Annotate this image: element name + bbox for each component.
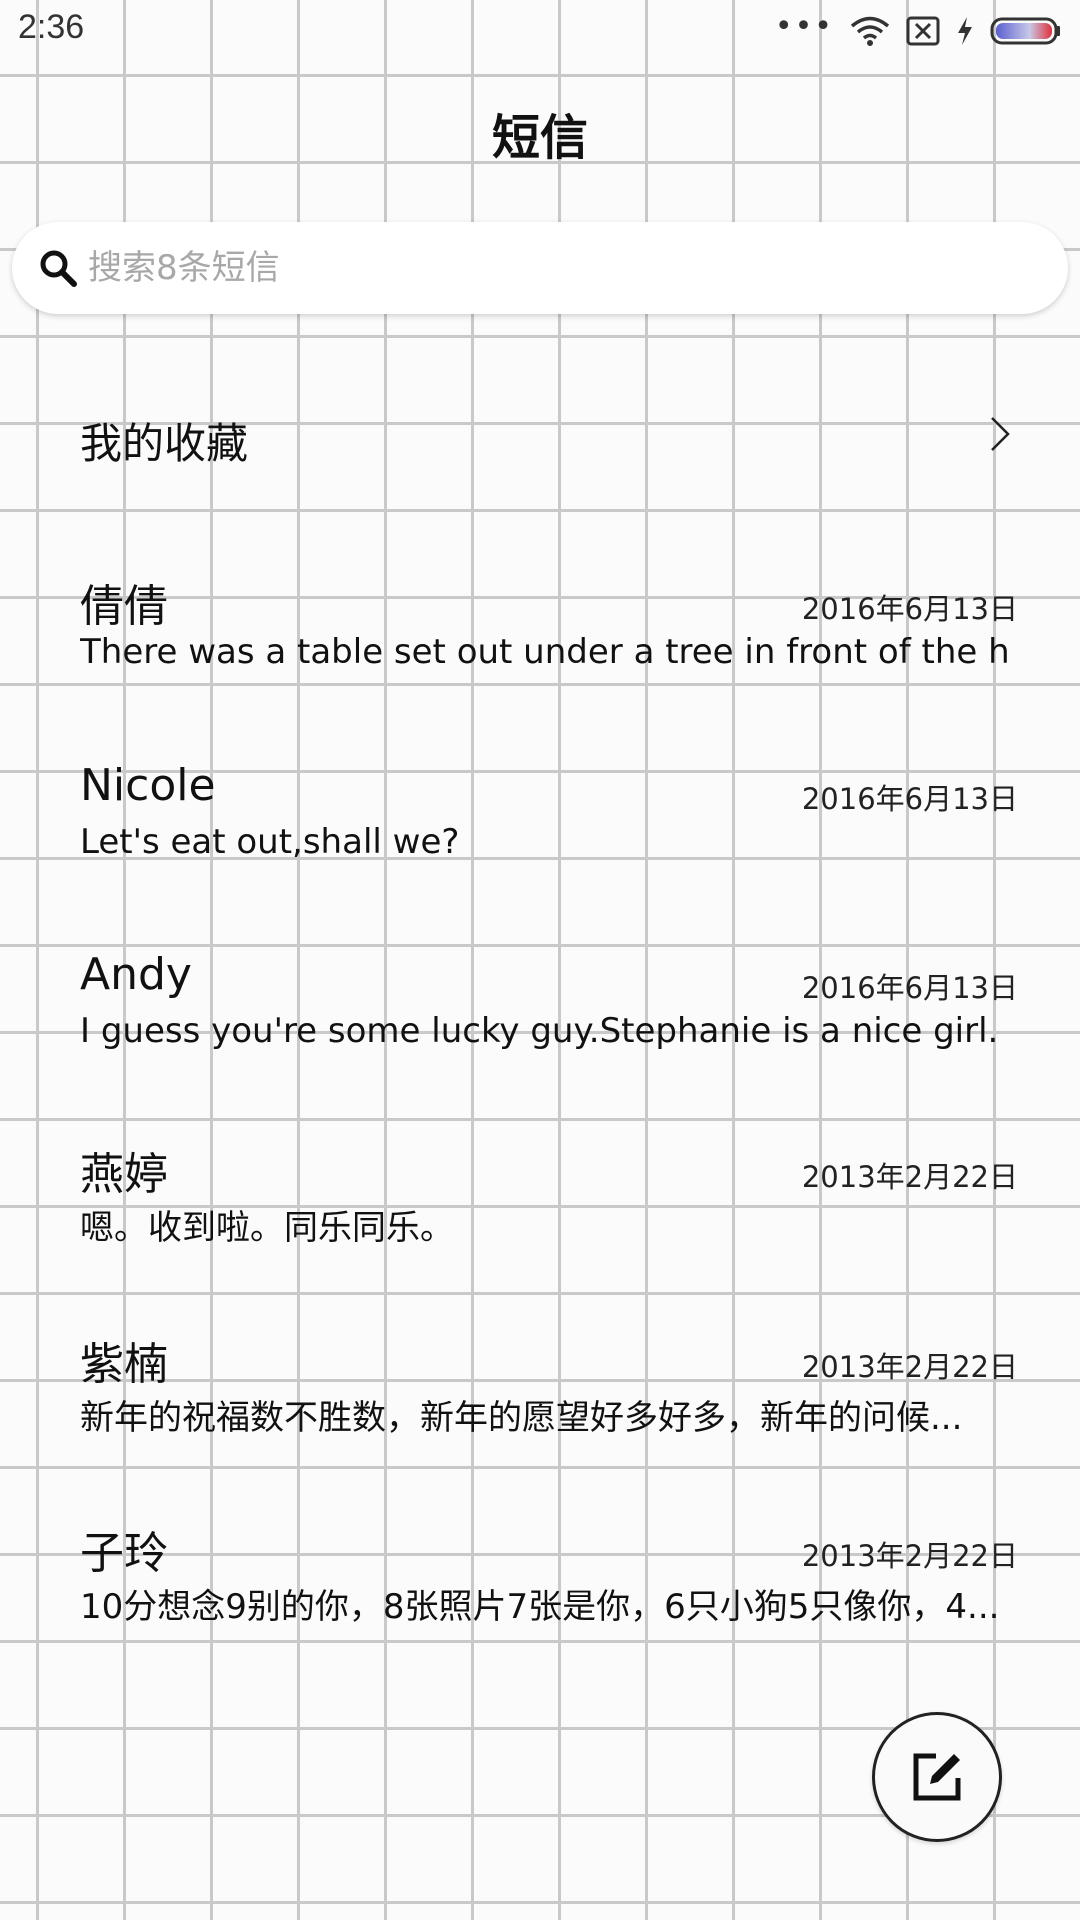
- favorites-row[interactable]: 我的收藏: [0, 390, 1080, 480]
- conversation-name: Nicole: [80, 760, 216, 811]
- conversation-preview: Let's eat out,shall we?: [80, 822, 460, 862]
- conversation-item[interactable]: 紫楠 2013年2月22日 新年的祝福数不胜数，新年的愿望好多好多，新年的问候.…: [0, 1328, 1080, 1478]
- search-icon: [40, 250, 77, 287]
- conversation-name: 紫楠: [80, 1339, 168, 1390]
- search-input[interactable]: [86, 247, 990, 289]
- conversation-name: 燕婷: [80, 1149, 168, 1200]
- charging-icon: [958, 17, 972, 45]
- conversation-preview: There was a table set out under a tree i…: [80, 632, 1010, 672]
- chevron-right-icon[interactable]: [986, 414, 1014, 454]
- conversation-item[interactable]: Nicole 2016年6月13日 Let's eat out,shall we…: [0, 760, 1080, 910]
- more-dots-icon: •••: [774, 9, 834, 44]
- conversation-name: 子玲: [80, 1528, 168, 1579]
- conversation-name: 倩倩: [80, 581, 168, 632]
- favorites-label: 我的收藏: [80, 419, 249, 468]
- no-sim-icon: [906, 16, 940, 46]
- conversation-item[interactable]: 倩倩 2016年6月13日 There was a table set out …: [0, 570, 1080, 720]
- conversation-date: 2013年2月22日: [801, 1160, 1018, 1194]
- conversation-preview: I guess you're some lucky guy.Stephanie …: [80, 1011, 999, 1051]
- compose-button[interactable]: [872, 1712, 1002, 1842]
- search-bar[interactable]: [12, 222, 1068, 314]
- conversation-preview: 10分想念9别的你，8张照片7张是你，6只小狗5只像你，4...: [80, 1587, 1000, 1627]
- conversation-item[interactable]: 子玲 2013年2月22日 10分想念9别的你，8张照片7张是你，6只小狗5只像…: [0, 1517, 1080, 1667]
- conversation-date: 2016年6月13日: [801, 971, 1018, 1005]
- conversation-date: 2013年2月22日: [801, 1350, 1018, 1384]
- conversation-preview: 嗯。收到啦。同乐同乐。: [80, 1208, 454, 1248]
- status-time: 2:36: [18, 8, 85, 46]
- wifi-icon: [850, 16, 890, 46]
- conversation-date: 2016年6月13日: [801, 592, 1018, 626]
- conversation-name: Andy: [80, 949, 192, 1000]
- status-bar: 2:36 •••: [0, 0, 1080, 62]
- conversation-preview: 新年的祝福数不胜数，新年的愿望好多好多，新年的问候...: [80, 1398, 963, 1438]
- compose-icon: [913, 1753, 961, 1801]
- battery-icon: [990, 17, 1060, 45]
- status-icons: •••: [759, 12, 1062, 50]
- conversation-date: 2013年2月22日: [801, 1539, 1018, 1573]
- page-title: 短信: [491, 110, 588, 166]
- conversation-item[interactable]: Andy 2016年6月13日 I guess you're some luck…: [0, 949, 1080, 1099]
- conversation-item[interactable]: 燕婷 2013年2月22日 嗯。收到啦。同乐同乐。: [0, 1138, 1080, 1288]
- conversation-date: 2016年6月13日: [801, 782, 1018, 816]
